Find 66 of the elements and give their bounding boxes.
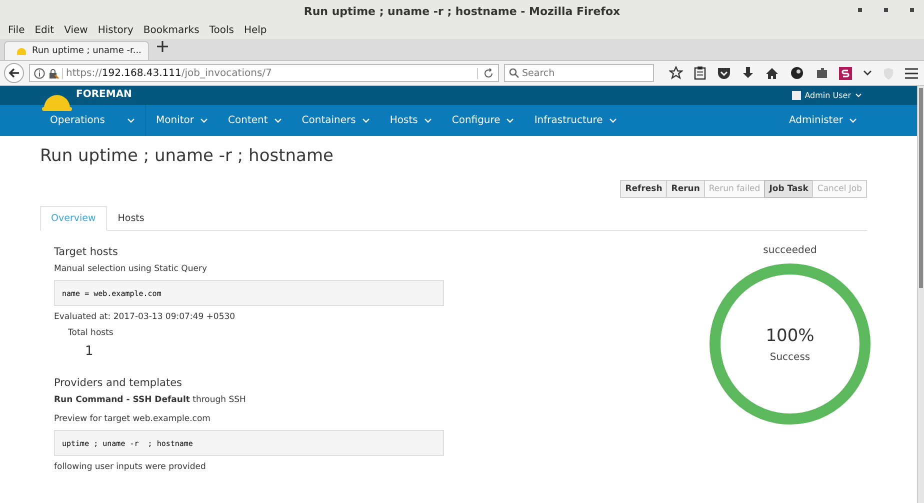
menu-item[interactable]: File — [3, 25, 30, 36]
caret-icon — [424, 118, 432, 123]
brand-name[interactable]: FOREMAN — [76, 86, 132, 100]
section-heading: Target hosts — [54, 246, 119, 258]
menu-item[interactable]: Bookmarks — [138, 25, 204, 36]
caret-icon — [200, 118, 208, 123]
evaluated-text: Evaluated at: 2017-03-13 09:07:49 +0530 — [54, 312, 236, 322]
caret-icon[interactable] — [862, 70, 872, 76]
menu-item[interactable]: View — [59, 25, 93, 36]
user-icon — [792, 91, 801, 100]
status-label: succeeded — [763, 245, 817, 256]
scrollbar[interactable] — [917, 86, 924, 503]
caret-icon — [274, 118, 282, 123]
caret-icon — [855, 93, 862, 98]
menu-item[interactable]: History — [92, 25, 138, 36]
nav-menu[interactable]: Hosts — [380, 105, 442, 136]
clipboard-icon[interactable] — [694, 66, 706, 80]
total-hosts-label: Total hosts — [68, 328, 114, 338]
menu-item[interactable]: Tools — [204, 25, 239, 36]
menu-icon[interactable] — [904, 68, 918, 78]
caret-icon — [362, 118, 370, 123]
menu-item[interactable]: Help — [238, 25, 272, 36]
caret-icon — [608, 118, 617, 123]
action-button[interactable]: Refresh — [620, 180, 668, 198]
helmet-icon — [17, 48, 26, 54]
inputs-note: following user inputs were provided — [54, 462, 207, 472]
nav-menu[interactable]: Infrastructure — [524, 105, 627, 136]
caret-icon — [126, 118, 135, 123]
globe-icon[interactable] — [790, 66, 804, 80]
lock-icon — [48, 68, 59, 78]
reload-icon[interactable] — [477, 68, 494, 78]
home-icon[interactable] — [765, 66, 780, 80]
nav-menu[interactable]: Content — [218, 105, 292, 136]
tab[interactable]: Hosts — [106, 206, 156, 231]
percent-caption: Success — [770, 352, 810, 362]
action-button[interactable]: Job Task — [764, 180, 814, 198]
user-menu[interactable]: Admin User — [792, 86, 862, 100]
search-field[interactable]: Search — [504, 64, 654, 82]
percent-value: 100% — [766, 326, 814, 346]
window-title: Run uptime ; uname -r ; hostname - Mozilla Firefox — [304, 4, 620, 18]
nav-menu[interactable]: Operations — [40, 105, 146, 136]
browser-tab[interactable]: Run uptime ; uname -r... — [4, 41, 149, 60]
menu-item[interactable]: Edit — [30, 25, 60, 36]
star-icon[interactable] — [669, 66, 683, 80]
search-icon — [509, 68, 519, 78]
extension-icon[interactable] — [838, 66, 852, 80]
section-heading: Providers and templates — [54, 377, 183, 389]
nav-menu[interactable]: Containers — [292, 105, 380, 136]
back-button[interactable] — [4, 63, 24, 83]
pocket-icon[interactable] — [717, 66, 732, 80]
caret-icon — [506, 118, 514, 123]
nav-menu[interactable]: Administer — [778, 105, 867, 136]
page-title: Run uptime ; uname -r ; hostname — [40, 146, 334, 168]
preview-label: Preview for target web.example.com — [54, 414, 212, 424]
action-button[interactable]: Rerun — [666, 180, 705, 198]
nav-menu[interactable]: Configure — [442, 105, 524, 136]
selection-text: Manual selection using Static Query — [54, 264, 208, 274]
total-hosts-count: 1 — [85, 344, 94, 359]
info-icon — [34, 68, 45, 78]
caret-icon — [849, 118, 857, 123]
puzzle-icon[interactable] — [816, 66, 828, 80]
back-arrow-icon — [8, 67, 20, 79]
template-text: Run Command - SSH Default through SSH — [54, 395, 247, 405]
nav-menu[interactable]: Monitor — [146, 105, 218, 136]
download-icon[interactable] — [742, 66, 754, 80]
address-field[interactable]: https://192.168.43.111/job_invocations/7 — [29, 64, 499, 82]
